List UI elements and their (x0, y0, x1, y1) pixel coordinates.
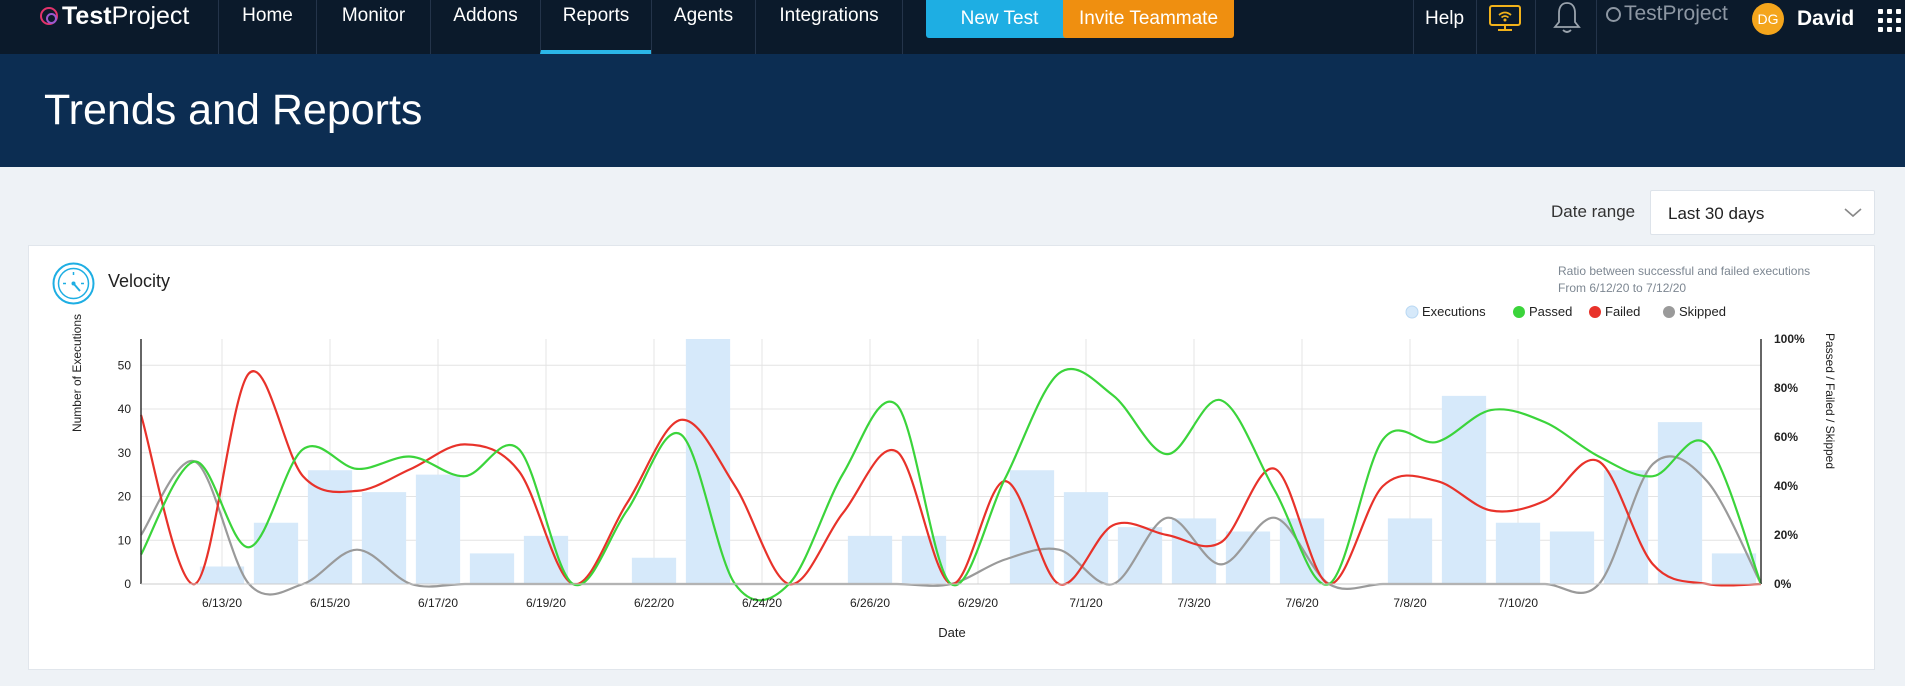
testproject-logo[interactable]: Test Project (40, 0, 189, 32)
x-tick-label: 7/8/20 (1393, 596, 1427, 610)
legend-executions-swatch (1405, 305, 1419, 319)
legend-passed: Passed (1529, 304, 1572, 319)
y-tick-label: 30 (118, 446, 132, 460)
date-range-select[interactable]: Last 30 days (1650, 190, 1875, 235)
apps-grid-icon[interactable] (1878, 9, 1902, 33)
executions-bar (685, 339, 731, 584)
executions-bar (523, 535, 569, 584)
nav-monitor[interactable]: Monitor (316, 0, 430, 54)
top-navbar: Test Project Home Monitor Addons Reports … (0, 0, 1905, 54)
agent-screen-icon[interactable] (1488, 4, 1522, 37)
y2-tick-label: 40% (1774, 479, 1798, 493)
y-tick-label: 50 (118, 358, 132, 372)
legend-executions: Executions (1422, 304, 1486, 319)
x-tick-label: 6/17/20 (418, 596, 458, 610)
date-range-label: Date range (1551, 202, 1636, 221)
executions-bar (631, 557, 677, 584)
y2-tick-label: 20% (1774, 528, 1798, 542)
y-tick-label: 40 (118, 402, 132, 416)
new-test-button[interactable]: New Test (926, 0, 1073, 38)
executions-bar (253, 522, 299, 584)
x-tick-label: 7/3/20 (1177, 596, 1211, 610)
velocity-card: Velocity Ratio between successful and fa… (28, 245, 1875, 670)
logo-text-bold: Test (62, 1, 112, 30)
velocity-chart: Number of Executions Passed / Failed / S… (70, 304, 1837, 640)
legend-skipped: Skipped (1679, 304, 1726, 319)
y-tick-label: 0 (124, 577, 131, 591)
executions-bar (1549, 531, 1595, 584)
page-title: Trends and Reports (44, 86, 423, 134)
nav-home[interactable]: Home (218, 0, 316, 54)
nav-monitor-label: Monitor (341, 5, 406, 26)
page-header: Trends and Reports (0, 54, 1905, 167)
executions-bar (1657, 422, 1703, 584)
x-tick-label: 6/13/20 (202, 596, 242, 610)
nav-divider (1535, 0, 1536, 54)
x-tick-label: 7/6/20 (1285, 596, 1319, 610)
legend-failed-swatch (1589, 306, 1601, 318)
nav-agents[interactable]: Agents (651, 0, 755, 54)
invite-teammate-label: Invite Teammate (1078, 8, 1219, 29)
executions-bar (307, 470, 353, 584)
executions-bar (1171, 518, 1217, 584)
user-name-label: David (1797, 7, 1855, 30)
y-axis-label: Number of Executions (70, 314, 84, 432)
testproject-brand-icon (1606, 6, 1621, 22)
x-axis-label: Date (938, 625, 965, 640)
x-tick-label: 6/29/20 (958, 596, 998, 610)
nav-reports[interactable]: Reports (540, 0, 651, 54)
legend-passed-swatch (1513, 306, 1525, 318)
help-label: Help (1425, 8, 1465, 29)
y2-tick-label: 100% (1774, 332, 1805, 346)
nav-divider (1596, 0, 1597, 54)
y-tick-label: 10 (118, 533, 132, 547)
y-tick-label: 20 (118, 490, 132, 504)
x-tick-label: 7/1/20 (1069, 596, 1103, 610)
executions-bar (1495, 522, 1541, 584)
y2-tick-label: 80% (1774, 381, 1798, 395)
nav-divider (1476, 0, 1477, 54)
executions-bar (847, 535, 893, 584)
x-tick-label: 6/26/20 (850, 596, 890, 610)
chart-legend: Executions Passed Failed Skipped (1405, 304, 1726, 319)
nav-integrations[interactable]: Integrations (755, 0, 903, 54)
y2-tick-label: 60% (1774, 430, 1798, 444)
nav-home-label: Home (242, 5, 293, 26)
x-tick-label: 6/24/20 (742, 596, 782, 610)
nav-addons[interactable]: Addons (430, 0, 540, 54)
avatar-initials: DG (1757, 11, 1779, 27)
nav-divider (1413, 0, 1414, 54)
executions-bar (361, 492, 407, 584)
executions-bar (199, 566, 245, 584)
notification-bell-icon[interactable] (1552, 0, 1582, 41)
nav-integrations-label: Integrations (779, 5, 879, 26)
brand-text: TestProject (1624, 2, 1728, 25)
x-tick-label: 6/19/20 (526, 596, 566, 610)
logo-text-rest: Project (111, 1, 190, 30)
x-tick-label: 6/15/20 (310, 596, 350, 610)
nav-reports-label: Reports (562, 5, 630, 26)
date-range-value: Last 30 days (1668, 204, 1765, 223)
new-test-label: New Test (960, 8, 1039, 29)
x-tick-label: 6/22/20 (634, 596, 674, 610)
user-name[interactable]: David (1797, 0, 1854, 38)
executions-bar (1603, 470, 1649, 584)
y2-axis-label: Passed / Failed / Skipped (1823, 333, 1837, 469)
user-avatar[interactable]: DG (1752, 3, 1784, 35)
executions-bar (1387, 518, 1433, 584)
nav-agents-label: Agents (673, 5, 734, 26)
y2-tick-label: 0% (1774, 577, 1792, 591)
executions-bar (469, 553, 515, 584)
legend-skipped-swatch (1663, 306, 1675, 318)
legend-failed: Failed (1605, 304, 1640, 319)
testproject-logo-icon (40, 7, 58, 25)
nav-addons-label: Addons (453, 5, 518, 26)
help-link[interactable]: Help (1425, 0, 1464, 38)
chevron-down-icon (1844, 208, 1862, 218)
executions-bar (415, 474, 461, 584)
testproject-brand-secondary: TestProject (1606, 2, 1728, 26)
x-tick-label: 7/10/20 (1498, 596, 1538, 610)
invite-teammate-button[interactable]: Invite Teammate (1063, 0, 1234, 38)
